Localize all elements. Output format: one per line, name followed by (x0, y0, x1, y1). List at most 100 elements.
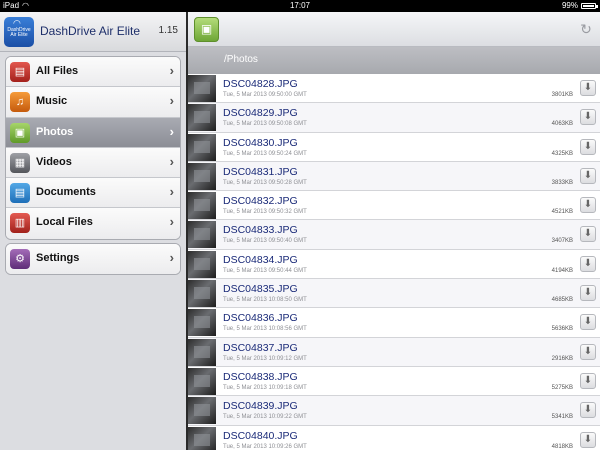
app-logo: ◠ DashDrive Air Elite (4, 17, 34, 47)
settings-menu: ⚙ Settings › (5, 243, 181, 276)
file-date: Tue, 5 Mar 2013 10:08:56 GMT (223, 326, 307, 333)
file-row[interactable]: DSC04830.JPG Tue, 5 Mar 2013 09:50:24 GMT… (188, 132, 600, 162)
file-date: Tue, 5 Mar 2013 10:09:26 GMT (223, 443, 307, 450)
file-name: DSC04840.JPG (223, 429, 298, 442)
download-icon[interactable]: ⬇ (580, 372, 596, 389)
sidebar-item-label: Videos (36, 155, 72, 168)
photo-thumbnail (188, 104, 216, 132)
app-header: ◠ DashDrive Air Elite DashDrive Air Elit… (0, 12, 186, 52)
settings-icon: ⚙ (10, 249, 30, 269)
chevron-right-icon: › (169, 214, 174, 230)
file-row[interactable]: DSC04840.JPG Tue, 5 Mar 2013 10:09:26 GMT… (188, 425, 600, 450)
battery-percentage: 99% (561, 1, 578, 10)
file-row[interactable]: DSC04828.JPG Tue, 5 Mar 2013 09:50:00 GMT… (188, 74, 600, 104)
sidebar-item-photos[interactable]: ▣ Photos › (6, 117, 180, 148)
sidebar-item-label: Music (36, 95, 68, 108)
photo-thumbnail (188, 397, 216, 425)
download-icon[interactable]: ⬇ (580, 431, 596, 448)
refresh-icon[interactable]: ↻ (578, 21, 594, 37)
download-icon[interactable]: ⬇ (580, 109, 596, 126)
current-path: /Photos (224, 54, 258, 65)
music-icon: ♫ (10, 92, 30, 113)
download-icon[interactable]: ⬇ (580, 226, 596, 243)
download-icon[interactable]: ⬇ (580, 402, 596, 419)
file-size: 4194KB (551, 267, 573, 274)
photo-thumbnail (188, 309, 216, 337)
file-name: DSC04839.JPG (223, 400, 298, 413)
download-icon[interactable]: ⬇ (580, 138, 596, 155)
file-name: DSC04837.JPG (223, 341, 298, 354)
file-row[interactable]: DSC04836.JPG Tue, 5 Mar 2013 10:08:56 GMT… (188, 308, 600, 338)
videos-icon: ▦ (10, 152, 30, 173)
download-icon[interactable]: ⬇ (580, 167, 596, 184)
file-date: Tue, 5 Mar 2013 10:09:12 GMT (223, 355, 307, 362)
photo-thumbnail (188, 133, 216, 161)
file-date: Tue, 5 Mar 2013 10:08:50 GMT (223, 297, 307, 304)
file-name: DSC04828.JPG (223, 78, 298, 90)
file-size: 2916KB (551, 355, 573, 362)
sidebar-item-videos[interactable]: ▦ Videos › (6, 147, 180, 179)
chevron-right-icon: › (169, 63, 174, 78)
file-size: 4818KB (551, 443, 573, 450)
file-row[interactable]: DSC04838.JPG Tue, 5 Mar 2013 10:09:18 GMT… (188, 366, 600, 397)
status-bar: iPad ◠ 17:07 99% (0, 0, 600, 12)
photo-thumbnail (188, 192, 216, 220)
photo-thumbnail (188, 338, 216, 366)
photos-icon: ▣ (194, 17, 219, 42)
file-date: Tue, 5 Mar 2013 09:50:24 GMT (223, 150, 307, 157)
download-icon[interactable]: ⬇ (580, 314, 596, 331)
photo-thumbnail (188, 250, 216, 278)
file-list: DSC04828.JPG Tue, 5 Mar 2013 09:50:00 GMT… (188, 74, 600, 450)
file-date: Tue, 5 Mar 2013 09:50:44 GMT (223, 267, 307, 274)
file-row[interactable]: DSC04833.JPG Tue, 5 Mar 2013 09:50:40 GMT… (188, 220, 600, 250)
file-size: 3407KB (551, 238, 573, 245)
battery-icon (581, 3, 598, 9)
download-icon[interactable]: ⬇ (580, 80, 596, 96)
path-bar: /Photos (188, 47, 600, 74)
file-name: DSC04834.JPG (223, 253, 298, 266)
file-row[interactable]: DSC04835.JPG Tue, 5 Mar 2013 10:08:50 GMT… (188, 279, 600, 309)
app-name: DashDrive Air Elite (40, 24, 141, 38)
sidebar-item-all-files[interactable]: ▤ All Files › (6, 57, 180, 88)
file-name: DSC04832.JPG (223, 195, 298, 208)
file-size: 5636KB (551, 326, 573, 333)
file-size: 4685KB (551, 297, 573, 304)
sidebar-item-label: Documents (36, 186, 96, 199)
photos-icon: ▣ (10, 122, 30, 143)
file-date: Tue, 5 Mar 2013 09:50:32 GMT (223, 209, 307, 216)
file-name: DSC04838.JPG (223, 370, 298, 383)
sidebar-item-music[interactable]: ♫ Music › (6, 87, 180, 118)
file-date: Tue, 5 Mar 2013 09:50:00 GMT (223, 92, 307, 98)
sidebar-item-label: Local Files (36, 216, 93, 229)
main-panel: ▣ ↻ /Photos DSC04828.JPG Tue, 5 Mar 2013 … (188, 12, 600, 450)
download-icon[interactable]: ⬇ (580, 197, 596, 214)
sidebar-item-local-files[interactable]: ▥ Local Files › (6, 208, 180, 239)
sidebar-item-documents[interactable]: ▤ Documents › (6, 178, 180, 209)
file-row[interactable]: DSC04831.JPG Tue, 5 Mar 2013 09:50:28 GMT… (188, 161, 600, 192)
documents-icon: ▤ (10, 183, 30, 204)
chevron-right-icon: › (169, 250, 174, 265)
download-icon[interactable]: ⬇ (580, 285, 596, 302)
main-menu: ▤ All Files › ♫ Music › ▣ Photos › ▦ Vid… (5, 56, 181, 240)
file-row[interactable]: DSC04837.JPG Tue, 5 Mar 2013 10:09:12 GMT… (188, 337, 600, 367)
wifi-logo-icon: ◠ (13, 18, 21, 28)
download-icon[interactable]: ⬇ (580, 255, 596, 272)
chevron-right-icon: › (169, 184, 174, 200)
download-icon[interactable]: ⬇ (580, 343, 596, 360)
file-date: Tue, 5 Mar 2013 09:50:08 GMT (223, 121, 307, 128)
file-row[interactable]: DSC04839.JPG Tue, 5 Mar 2013 10:09:22 GMT… (188, 396, 600, 426)
file-size: 3833KB (551, 179, 573, 186)
chevron-right-icon: › (169, 153, 174, 169)
file-size: 3801KB (551, 92, 573, 98)
file-size: 5275KB (551, 384, 573, 391)
photo-thumbnail (188, 280, 216, 308)
app-version: 1.15 (158, 25, 178, 36)
sidebar-item-settings[interactable]: ⚙ Settings › (6, 244, 180, 275)
file-date: Tue, 5 Mar 2013 10:09:22 GMT (223, 414, 307, 421)
file-row[interactable]: DSC04829.JPG Tue, 5 Mar 2013 09:50:08 GMT… (188, 103, 600, 133)
file-row[interactable]: DSC04832.JPG Tue, 5 Mar 2013 09:50:32 GMT… (188, 191, 600, 221)
photo-thumbnail (188, 426, 216, 450)
photo-thumbnail (188, 162, 216, 190)
clock: 17:07 (289, 1, 311, 10)
file-row[interactable]: DSC04834.JPG Tue, 5 Mar 2013 09:50:44 GMT… (188, 249, 600, 280)
